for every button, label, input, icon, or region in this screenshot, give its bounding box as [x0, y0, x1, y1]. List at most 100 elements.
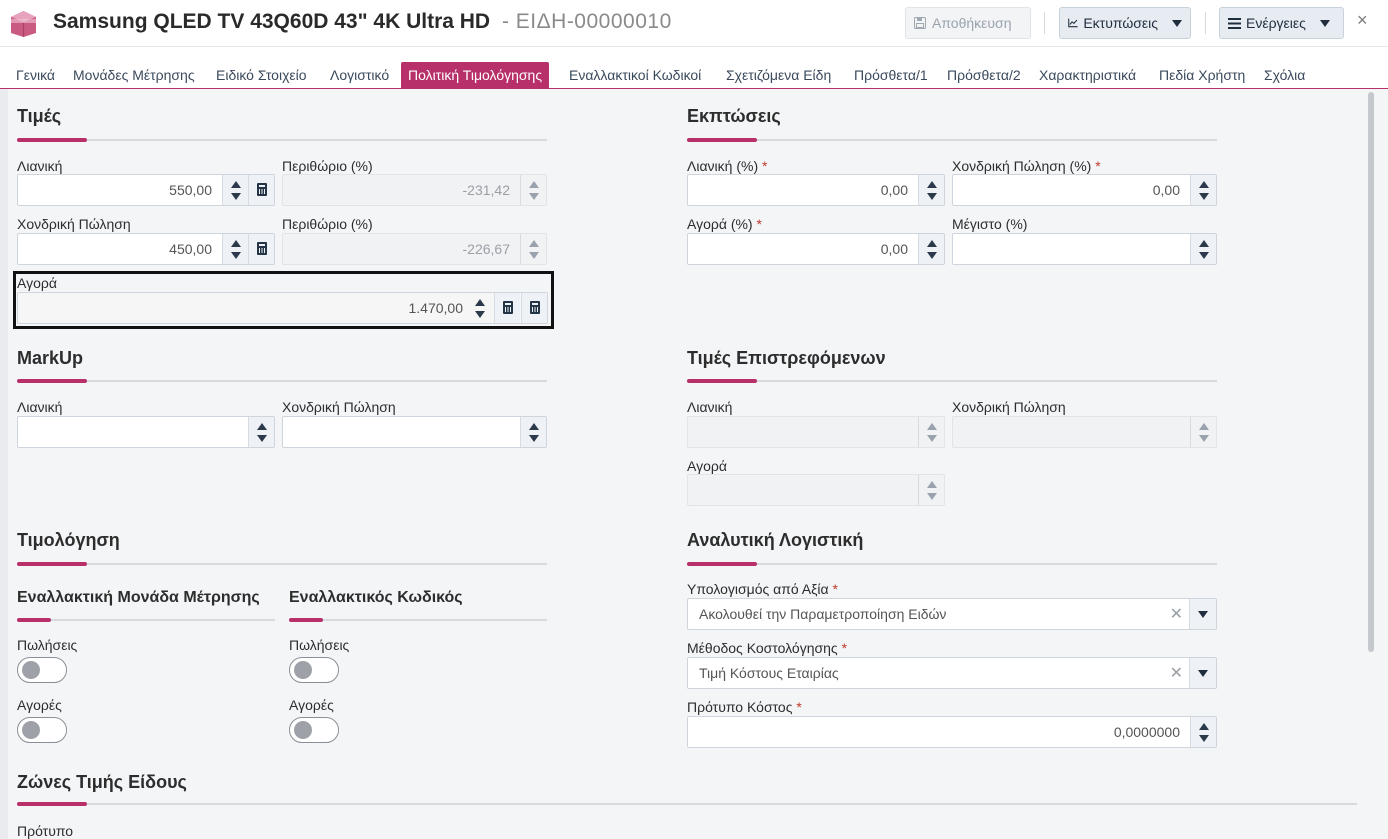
- arrow-up-icon: [529, 240, 539, 247]
- tab-comments[interactable]: Σχόλια: [1264, 62, 1305, 88]
- costing-method-selected: Τιμή Κόστους Εταιρίας: [699, 665, 839, 681]
- arrow-down-icon: [1199, 252, 1209, 259]
- markup-wholesale-input[interactable]: [282, 416, 547, 448]
- tab-accounting[interactable]: Λογιστικό: [330, 62, 389, 88]
- wholesale-price-value: 450,00: [169, 241, 212, 257]
- arrow-down-icon: [927, 493, 937, 500]
- arrow-up-icon: [257, 423, 267, 430]
- header-divider: [1044, 12, 1045, 34]
- tab-pricing-policy[interactable]: Πολιτική Τιμολόγησης: [401, 62, 550, 88]
- stepper[interactable]: [1190, 175, 1216, 205]
- arrow-down-icon: [257, 435, 267, 442]
- chevron-down-icon: [1198, 670, 1208, 677]
- discount-max-input[interactable]: [952, 233, 1217, 265]
- tab-bar: Γενικά Μονάδες Μέτρησης Ειδικό Στοιχείο …: [0, 62, 1388, 88]
- alt-unit-purchases-label: Αγορές: [17, 697, 62, 713]
- arrow-up-icon: [1199, 723, 1209, 730]
- arrow-down-icon: [927, 252, 937, 259]
- discount-retail-input[interactable]: 0,00: [687, 174, 945, 206]
- clear-icon[interactable]: ✕: [1170, 663, 1183, 683]
- returns-retail-label: Λιανική: [687, 399, 733, 415]
- calculator-icon[interactable]: [494, 293, 520, 323]
- alt-code-purchases-toggle[interactable]: [289, 717, 339, 743]
- calc-from-value-select[interactable]: Ακολουθεί την Παραμετροποίηση Ειδών ✕: [687, 598, 1217, 630]
- wholesale-margin-value: -226,67: [462, 241, 510, 257]
- tab-alt-codes[interactable]: Εναλλακτικοί Κωδικοί: [569, 62, 701, 88]
- tab-units[interactable]: Μονάδες Μέτρησης: [73, 62, 195, 88]
- stepper[interactable]: [918, 234, 944, 264]
- stepper: [918, 417, 944, 447]
- markup-retail-input[interactable]: [17, 416, 275, 448]
- discount-purchase-label: Αγορά (%) *: [687, 216, 762, 232]
- tab-general[interactable]: Γενικά: [16, 62, 55, 88]
- discounts-section-title: Εκπτώσεις: [687, 106, 781, 126]
- stepper[interactable]: [467, 293, 493, 323]
- discount-retail-label: Λιανική (%) *: [687, 158, 768, 174]
- markup-section-title: MarkUp: [17, 348, 84, 368]
- dropdown-toggle[interactable]: [1189, 658, 1216, 688]
- tab-user-fields[interactable]: Πεδία Χρήστη: [1159, 62, 1245, 88]
- chevron-down-icon: [1172, 19, 1182, 27]
- clear-icon[interactable]: ✕: [1170, 604, 1183, 624]
- arrow-up-icon: [231, 181, 241, 188]
- tab-special-item[interactable]: Ειδικό Στοιχείο: [216, 62, 307, 88]
- purchase-price-value: 1.470,00: [408, 300, 464, 316]
- tab-extra-1[interactable]: Πρόσθετα/1: [854, 62, 928, 88]
- calculator-icon[interactable]: [248, 234, 274, 264]
- stepper[interactable]: [1190, 717, 1216, 747]
- actions-label: Ενέργειες: [1246, 15, 1306, 31]
- arrow-up-icon: [927, 481, 937, 488]
- actions-button[interactable]: Ενέργειες: [1219, 7, 1344, 39]
- returns-wholesale-input: [952, 416, 1217, 448]
- alt-code-sales-toggle[interactable]: [289, 657, 339, 683]
- arrow-down-icon: [927, 435, 937, 442]
- section-divider: [17, 562, 547, 566]
- stepper: [520, 234, 546, 264]
- floppy-icon: [914, 17, 926, 29]
- section-divider: [687, 138, 1217, 142]
- discount-wholesale-label: Χονδρική Πώληση (%) *: [952, 158, 1101, 174]
- stepper[interactable]: [918, 175, 944, 205]
- stepper[interactable]: [520, 417, 546, 447]
- calculator-icon[interactable]: [248, 175, 274, 205]
- costing-method-select[interactable]: Τιμή Κόστους Εταιρίας ✕: [687, 657, 1217, 689]
- close-icon[interactable]: ×: [1357, 10, 1368, 31]
- stepper[interactable]: [222, 234, 248, 264]
- arrow-up-icon: [1199, 240, 1209, 247]
- zones-section-title: Ζώνες Τιμής Είδους: [17, 772, 187, 792]
- stepper: [520, 175, 546, 205]
- arrow-down-icon: [231, 252, 241, 259]
- arrow-down-icon: [231, 193, 241, 200]
- stepper[interactable]: [248, 417, 274, 447]
- arrow-down-icon: [529, 252, 539, 259]
- stepper[interactable]: [1190, 234, 1216, 264]
- tab-characteristics[interactable]: Χαρακτηριστικά: [1039, 62, 1136, 88]
- header-divider: [1205, 12, 1206, 34]
- wholesale-price-input[interactable]: 450,00: [17, 233, 275, 265]
- dropdown-toggle[interactable]: [1189, 599, 1216, 629]
- save-label: Αποθήκευση: [932, 15, 1012, 31]
- discount-purchase-input[interactable]: 0,00: [687, 233, 945, 265]
- retail-price-input[interactable]: 550,00: [17, 174, 275, 206]
- purchase-price-input[interactable]: 1.470,00: [17, 292, 548, 324]
- stepper: [1190, 417, 1216, 447]
- tab-related-items[interactable]: Σχετιζόμενα Είδη: [726, 62, 831, 88]
- alt-unit-sales-toggle[interactable]: [17, 657, 67, 683]
- arrow-up-icon: [927, 181, 937, 188]
- arrow-down-icon: [529, 435, 539, 442]
- alt-unit-purchases-toggle[interactable]: [17, 717, 67, 743]
- scrollbar[interactable]: [1368, 92, 1374, 652]
- discount-purchase-value: 0,00: [880, 241, 908, 257]
- tab-extra-2[interactable]: Πρόσθετα/2: [947, 62, 1021, 88]
- standard-cost-input[interactable]: 0,0000000: [687, 716, 1217, 748]
- stepper[interactable]: [222, 175, 248, 205]
- discount-wholesale-input[interactable]: 0,00: [952, 174, 1217, 206]
- prints-label: Εκτυπώσεις: [1083, 15, 1158, 31]
- returns-purchase-input: [687, 474, 945, 506]
- returns-wholesale-label: Χονδρική Πώληση: [952, 399, 1066, 415]
- calculator-icon[interactable]: [521, 293, 547, 323]
- item-code: - ΕΙΔΗ-00000010: [501, 10, 672, 33]
- save-button[interactable]: Αποθήκευση: [905, 7, 1031, 39]
- item-name: Samsung QLED TV 43Q60D 43" 4K Ultra HD: [53, 10, 491, 33]
- prints-button[interactable]: Εκτυπώσεις: [1059, 7, 1191, 39]
